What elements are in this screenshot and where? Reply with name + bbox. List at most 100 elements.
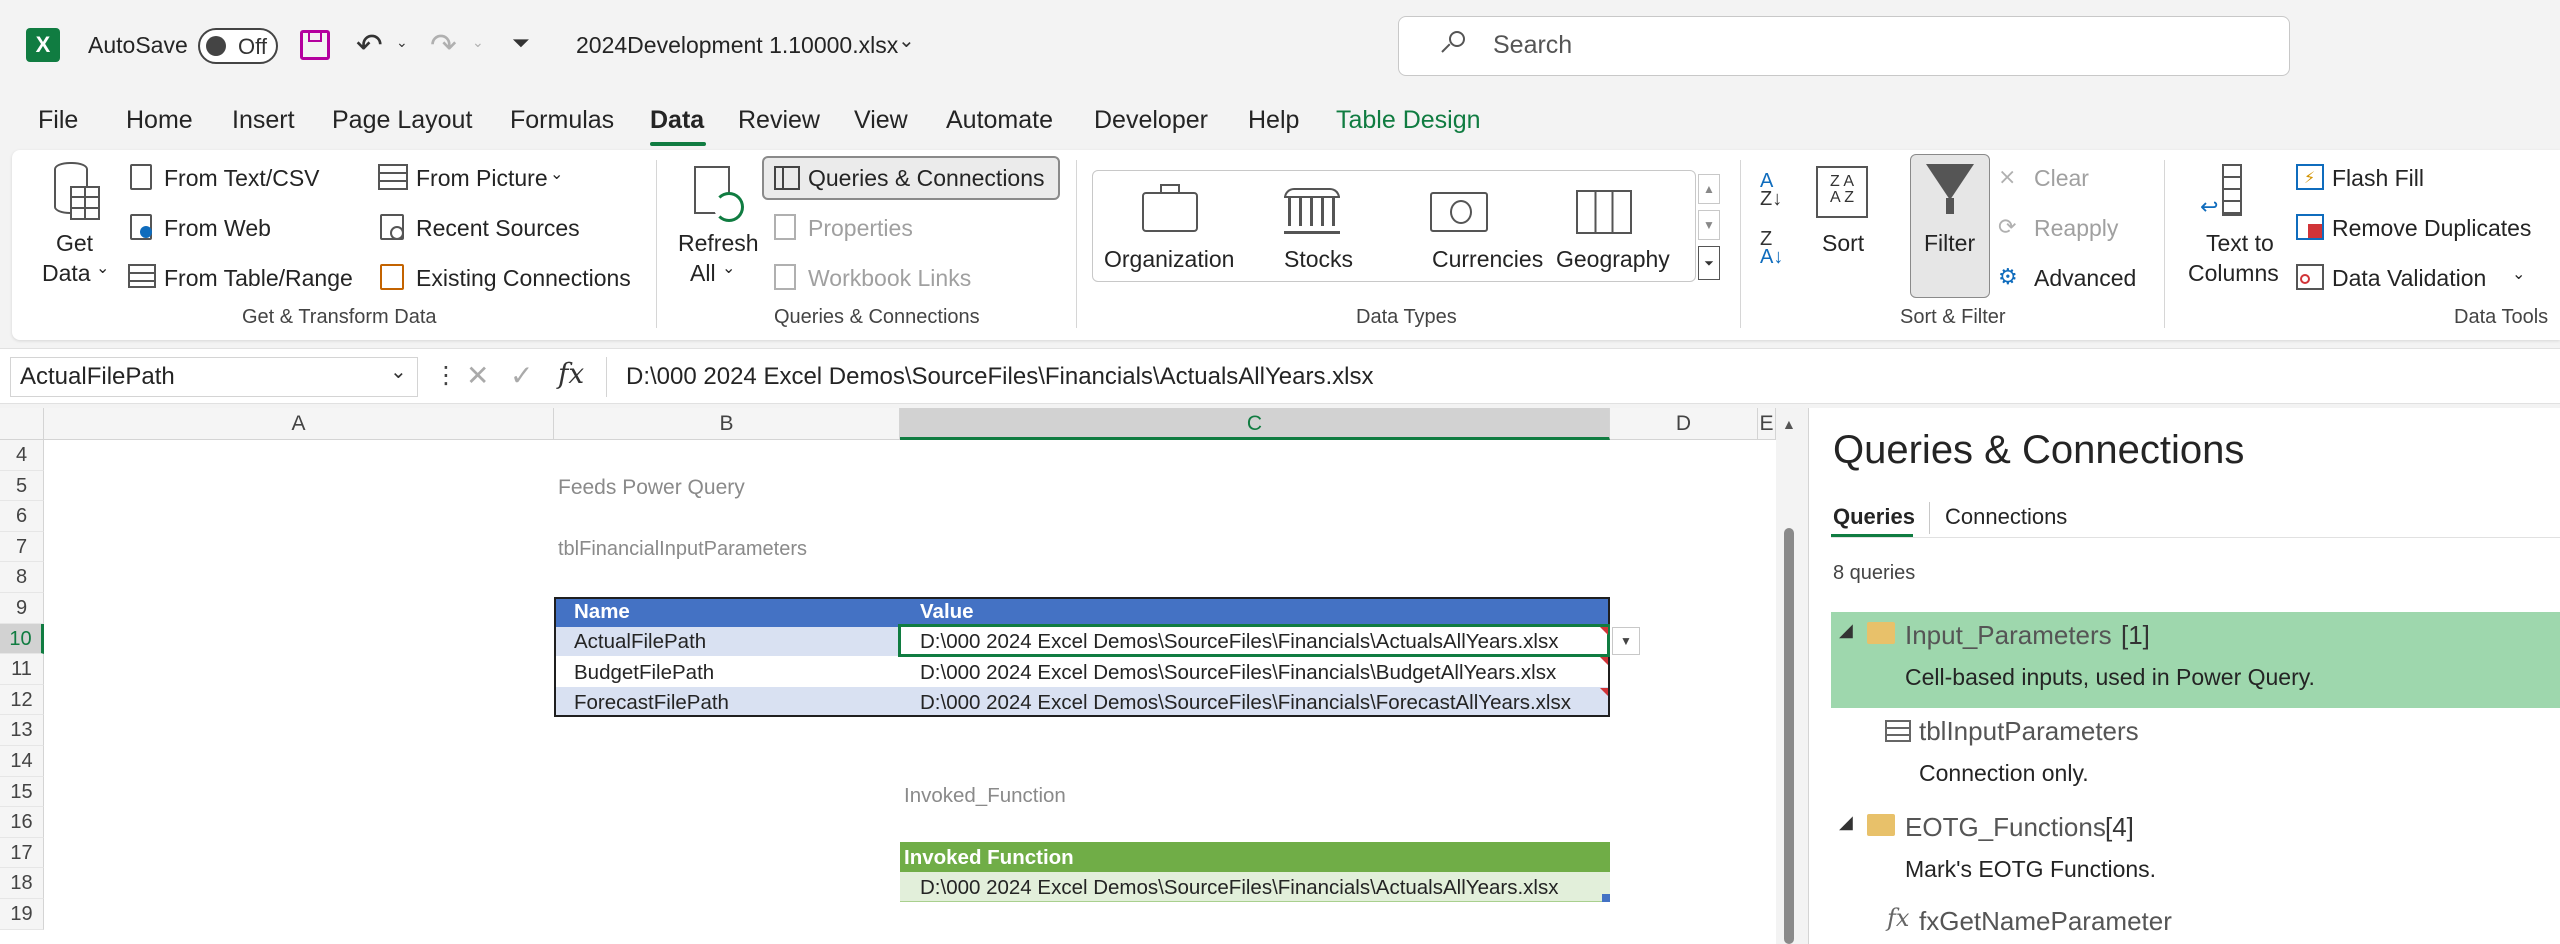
row-header[interactable]: 6 (0, 501, 44, 532)
tab-insert[interactable]: Insert (232, 106, 295, 135)
row-header[interactable]: 14 (0, 746, 44, 777)
column-header-d[interactable]: D (1610, 408, 1758, 440)
scroll-thumb[interactable] (1784, 528, 1794, 944)
file-name[interactable]: 2024Development 1.10000.xlsx (576, 32, 898, 59)
sort-button[interactable]: Sort (1822, 230, 1864, 257)
from-web-button[interactable]: From Web (164, 215, 271, 242)
tab-automate[interactable]: Automate (946, 106, 1053, 135)
undo-icon[interactable]: ↶ (356, 26, 383, 64)
collapse-triangle-icon[interactable]: ◢ (1839, 620, 1853, 641)
table-cell-value[interactable]: D:\000 2024 Excel Demos\SourceFiles\Fina… (920, 661, 1556, 685)
column-header-e[interactable]: E (1758, 408, 1776, 440)
workbook-links-button[interactable]: Workbook Links (808, 265, 971, 292)
get-data-chevron-icon[interactable]: ⌄ (96, 258, 109, 278)
row-header[interactable]: 10 (0, 623, 44, 655)
cell-dropdown-button[interactable]: ▼ (1612, 627, 1640, 655)
get-data-label-1[interactable]: Get (56, 230, 93, 257)
table-cell-name[interactable]: ActualFilePath (574, 630, 706, 654)
enter-icon[interactable]: ✓ (510, 359, 533, 392)
tab-developer[interactable]: Developer (1094, 106, 1208, 135)
remove-duplicates-button[interactable]: Remove Duplicates (2332, 215, 2531, 242)
column-header-a[interactable]: A (44, 408, 554, 440)
select-all-corner[interactable] (0, 408, 44, 440)
table-cell-name[interactable]: ForecastFilePath (574, 691, 729, 715)
refresh-all-label-2[interactable]: All (690, 260, 716, 287)
row-header[interactable]: 4 (0, 440, 44, 471)
from-text-csv-button[interactable]: From Text/CSV (164, 165, 320, 192)
stocks-button[interactable]: Stocks (1284, 246, 1353, 273)
row-header[interactable]: 11 (0, 654, 44, 685)
formula-input[interactable]: D:\000 2024 Excel Demos\SourceFiles\Fina… (626, 363, 1373, 391)
text-to-columns-label-1[interactable]: Text to (2206, 230, 2274, 257)
more-options-icon[interactable]: ⋮ (434, 361, 458, 390)
filename-chevron-icon[interactable]: ⌄ (898, 28, 915, 53)
data-validation-button[interactable]: Data Validation (2332, 265, 2486, 292)
sort-z-to-a-icon[interactable]: Z A↓ (1760, 229, 1783, 267)
tab-connections[interactable]: Connections (1945, 504, 2067, 530)
reapply-button[interactable]: Reapply (2034, 215, 2118, 242)
get-data-label-2[interactable]: Data (42, 260, 91, 287)
queries-connections-label[interactable]: Queries & Connections (808, 165, 1045, 192)
tab-data[interactable]: Data (650, 106, 704, 135)
column-header-c[interactable]: C (900, 408, 1610, 440)
customize-qat-icon[interactable]: ⏷ (512, 30, 530, 56)
gallery-scroll-down-icon[interactable]: ▼ (1698, 210, 1720, 240)
organization-button[interactable]: Organization (1104, 246, 1234, 273)
gallery-scroll-up-icon[interactable]: ▲ (1698, 174, 1720, 204)
row-header[interactable]: 5 (0, 470, 44, 502)
row-header[interactable]: 7 (0, 531, 44, 563)
sort-a-to-z-icon[interactable]: A Z↓ (1760, 171, 1782, 209)
from-table-range-button[interactable]: From Table/Range (164, 265, 353, 292)
row-header[interactable]: 9 (0, 593, 44, 624)
table-cell-name[interactable]: BudgetFilePath (574, 661, 714, 685)
tab-formulas[interactable]: Formulas (510, 106, 614, 135)
save-icon[interactable] (300, 30, 330, 60)
table-cell-value[interactable]: D:\000 2024 Excel Demos\SourceFiles\Fina… (920, 691, 1571, 715)
collapse-triangle-icon[interactable]: ◢ (1839, 812, 1853, 833)
data-validation-chevron-icon[interactable]: ⌄ (2512, 264, 2525, 284)
undo-dropdown-icon[interactable]: ⌄ (396, 34, 408, 51)
from-picture-chevron-icon[interactable]: ⌄ (550, 164, 563, 184)
redo-icon[interactable]: ↷ (430, 26, 457, 64)
geography-button[interactable]: Geography (1556, 246, 1670, 273)
name-box-chevron-icon[interactable]: ⌄ (390, 359, 407, 384)
cancel-icon[interactable]: ✕ (466, 359, 489, 392)
autosave-toggle[interactable]: Off (198, 28, 278, 64)
text-to-columns-label-2[interactable]: Columns (2188, 260, 2279, 287)
row-header[interactable]: 12 (0, 684, 44, 716)
tab-help[interactable]: Help (1248, 106, 1299, 135)
column-header-b[interactable]: B (554, 408, 900, 440)
row-header[interactable]: 18 (0, 868, 44, 899)
gallery-more-icon[interactable]: ⏷ (1698, 246, 1720, 280)
clear-button[interactable]: Clear (2034, 165, 2089, 192)
refresh-all-label-1[interactable]: Refresh (678, 230, 759, 257)
row-header[interactable]: 13 (0, 715, 44, 746)
row-header[interactable]: 19 (0, 899, 44, 930)
worksheet-grid[interactable]: A B C D E 4 5 6 7 8 9 10 11 12 13 14 15 … (0, 408, 1800, 944)
row-header[interactable]: 8 (0, 562, 44, 593)
recent-sources-button[interactable]: Recent Sources (416, 215, 580, 242)
query-name[interactable]: tblInputParameters (1919, 716, 2139, 747)
advanced-button[interactable]: Advanced (2034, 265, 2136, 292)
tab-page-layout[interactable]: Page Layout (332, 106, 472, 135)
insert-function-icon[interactable]: fx (558, 357, 584, 390)
tab-home[interactable]: Home (126, 106, 193, 135)
scroll-up-icon[interactable]: ▲ (1782, 416, 1796, 432)
table-cell-value[interactable]: D:\000 2024 Excel Demos\SourceFiles\Fina… (920, 630, 1558, 654)
tab-table-design[interactable]: Table Design (1336, 106, 1481, 135)
table-resize-handle[interactable] (1602, 894, 1610, 902)
invoked-header-text[interactable]: Invoked Function (904, 846, 1074, 870)
existing-connections-button[interactable]: Existing Connections (416, 265, 631, 292)
tab-review[interactable]: Review (738, 106, 820, 135)
tab-file[interactable]: File (38, 106, 78, 135)
row-header[interactable]: 17 (0, 837, 44, 869)
from-picture-button[interactable]: From Picture (416, 165, 548, 192)
currencies-button[interactable]: Currencies (1432, 246, 1543, 273)
search-box[interactable]: Search (1398, 16, 2290, 76)
row-header[interactable]: 15 (0, 776, 44, 808)
query-name[interactable]: fxGetNameParameter (1919, 906, 2172, 937)
table-header-value[interactable]: Value (920, 600, 974, 624)
redo-dropdown-icon[interactable]: ⌄ (472, 34, 484, 51)
row-header[interactable]: 16 (0, 807, 44, 838)
invoked-value[interactable]: D:\000 2024 Excel Demos\SourceFiles\Fina… (920, 876, 1558, 900)
